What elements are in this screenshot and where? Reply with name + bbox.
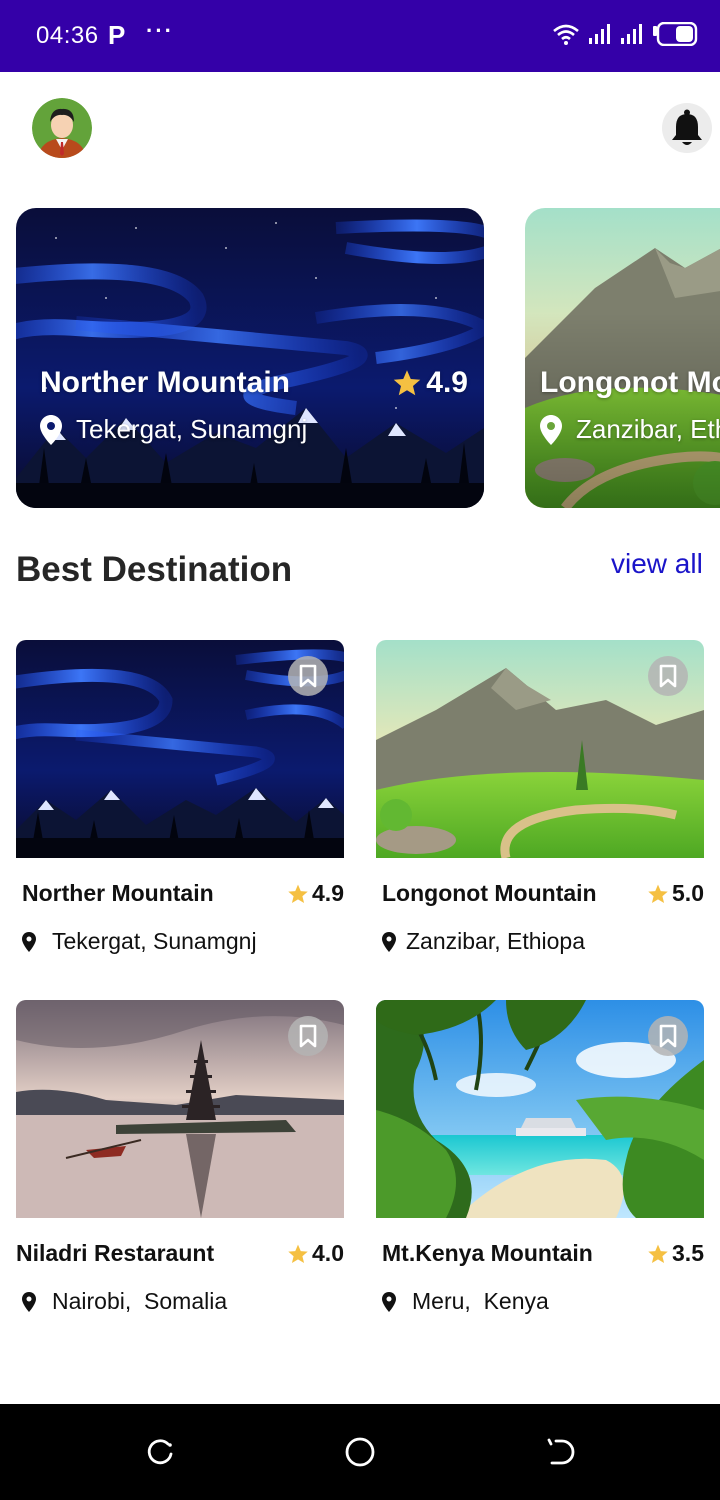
notification-button[interactable] — [662, 103, 712, 153]
signal-icon — [589, 24, 610, 44]
app-notification-icon: P — [108, 20, 126, 50]
destination-rating-value: 4.9 — [312, 880, 344, 906]
location-pin-icon — [40, 414, 62, 445]
destination-rating-value: 3.5 — [672, 1240, 704, 1266]
featured-location-text: Tekergat, Sunamgnj — [76, 414, 308, 444]
destination-rating: 3.5 — [647, 1240, 704, 1267]
featured-card[interactable]: Norther Mountain 4.9 Tekergat, Sunamgnj — [16, 208, 484, 508]
star-icon — [394, 370, 421, 396]
bookmark-button[interactable] — [648, 1016, 688, 1056]
destination-location: Meru, Kenya — [382, 1288, 549, 1315]
card-image — [16, 1000, 344, 1218]
avatar-icon — [32, 98, 92, 158]
status-time: 04:36 — [36, 22, 99, 49]
system-nav-bar — [0, 1404, 720, 1500]
aurora-image — [16, 208, 484, 508]
card-image — [376, 640, 704, 858]
destination-rating-value: 5.0 — [672, 880, 704, 906]
signal-icon — [621, 24, 642, 44]
card-image — [16, 640, 344, 858]
section-title: Best Destination — [16, 550, 293, 589]
destination-rating: 4.9 — [287, 880, 344, 907]
destination-name: Norther Mountain — [22, 880, 214, 906]
destination-location-text: Tekergat, Sunamgnj — [52, 928, 257, 954]
destination-card[interactable]: Mt.Kenya Mountain 3.5 Meru, Kenya — [376, 1000, 706, 1314]
bookmark-icon — [299, 1024, 317, 1048]
status-icons — [552, 22, 698, 46]
featured-title: Norther Mountain — [40, 366, 290, 399]
featured-location-text: Zanzibar, Ethiopa — [576, 414, 720, 444]
bookmark-button[interactable] — [288, 1016, 328, 1056]
destination-rating: 4.0 — [287, 1240, 344, 1267]
bell-icon — [672, 109, 702, 145]
location-pin-icon — [382, 931, 396, 952]
destination-location: Nairobi, Somalia — [22, 1288, 227, 1315]
bookmark-button[interactable] — [288, 656, 328, 696]
destination-location-text: Zanzibar, Ethiopa — [406, 928, 586, 954]
status-bar: 04:36 P ··· — [0, 0, 720, 72]
destination-location-text: Nairobi, Somalia — [52, 1288, 228, 1314]
location-pin-icon — [22, 1291, 36, 1312]
bookmark-icon — [299, 664, 317, 688]
destination-name: Mt.Kenya Mountain — [382, 1240, 593, 1266]
destination-card[interactable]: Longonot Mountain 5.0 Zanzibar, Ethiopa — [376, 640, 706, 954]
home-icon[interactable] — [342, 1434, 378, 1470]
destination-location: Tekergat, Sunamgnj — [22, 928, 257, 955]
meadow-image — [525, 208, 720, 508]
featured-location: Zanzibar, Ethiopa — [540, 414, 720, 445]
destination-name: Niladri Restaraunt — [16, 1240, 215, 1266]
featured-card[interactable]: Longonot Mountain Zanzibar, Ethiopa — [525, 208, 720, 508]
location-pin-icon — [22, 931, 36, 952]
destination-card[interactable]: Norther Mountain 4.9 Tekergat, Sunamgnj — [16, 640, 346, 954]
star-icon — [648, 884, 668, 903]
destination-location-text: Meru, Kenya — [412, 1288, 549, 1314]
back-icon[interactable] — [542, 1434, 578, 1470]
wifi-icon — [553, 24, 579, 45]
location-pin-icon — [540, 414, 562, 445]
star-icon — [288, 1244, 308, 1263]
bookmark-icon — [659, 664, 677, 688]
card-image — [376, 1000, 704, 1218]
location-pin-icon — [382, 1291, 396, 1312]
featured-rating-value: 4.9 — [426, 366, 468, 399]
bookmark-icon — [659, 1024, 677, 1048]
star-icon — [648, 1244, 668, 1263]
bookmark-button[interactable] — [648, 656, 688, 696]
destination-rating: 5.0 — [647, 880, 704, 907]
avatar[interactable] — [32, 98, 92, 158]
featured-location: Tekergat, Sunamgnj — [40, 414, 307, 445]
recents-icon[interactable] — [142, 1434, 178, 1470]
view-all-link[interactable]: view all — [611, 548, 703, 580]
featured-title: Longonot Mountain — [540, 366, 720, 399]
destination-card[interactable]: Niladri Restaraunt 4.0 Nairobi, Somalia — [16, 1000, 346, 1314]
more-notifications-icon: ··· — [146, 18, 174, 43]
star-icon — [288, 884, 308, 903]
battery-icon — [653, 22, 698, 46]
destination-location: Zanzibar, Ethiopa — [382, 928, 585, 955]
destination-rating-value: 4.0 — [312, 1240, 344, 1266]
destination-name: Longonot Mountain — [382, 880, 597, 906]
featured-rating: 4.9 — [392, 366, 468, 400]
